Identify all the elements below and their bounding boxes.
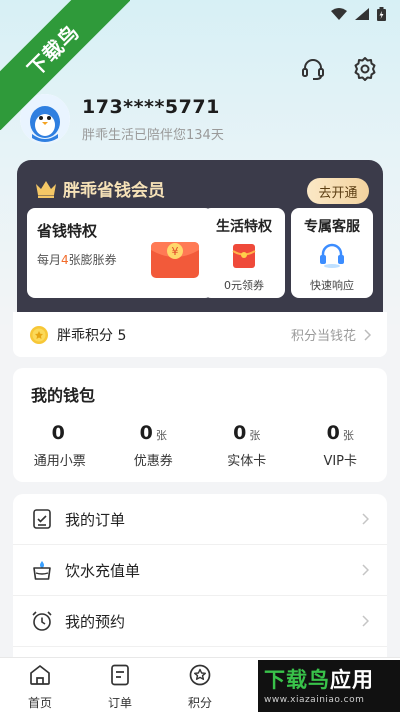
perk-service-card[interactable]: 专属客服 快速响应	[291, 208, 373, 298]
tab-orders[interactable]: 订单	[80, 658, 160, 712]
signal-icon	[355, 8, 369, 20]
wallet-item-label: 通用小票	[33, 454, 86, 469]
star-icon	[189, 664, 211, 686]
wallet-item-unit: 张	[155, 429, 167, 442]
wallet-item-unit: 张	[249, 429, 261, 442]
tab-home[interactable]: 首页	[0, 658, 80, 712]
tab-label: 订单	[107, 696, 132, 710]
chevron-right-icon	[362, 513, 369, 525]
corner-ribbon-text: 下载鸟	[0, 0, 130, 130]
wallet-title: 我的钱包	[31, 386, 96, 405]
wallet-item-general-ticket[interactable]: 0 通用小票	[13, 422, 107, 469]
tab-points[interactable]: 积分	[160, 658, 240, 712]
red-envelope-icon: ¥	[151, 242, 199, 278]
vip-membership-card[interactable]: 胖乖省钱会员 去开通 省钱特权 每月4张膨胀券 ¥ 生活特权 0元领券 专属客服…	[17, 160, 383, 312]
chevron-right-icon	[362, 615, 369, 627]
alarm-clock-icon	[32, 611, 52, 631]
water-icon	[33, 561, 51, 580]
menu-item-label: 我的预约	[65, 612, 126, 631]
wallet-item-value: 0	[326, 422, 340, 444]
points-link[interactable]: 积分当钱花	[291, 325, 371, 344]
wallet-item-value: 0	[233, 422, 247, 444]
points-bar[interactable]: 胖乖积分 5 积分当钱花	[13, 312, 387, 357]
perk-life-desc: 0元领券	[224, 279, 264, 292]
wallet-item-physical-card[interactable]: 0张 实体卡	[200, 422, 294, 469]
menu-list: 我的订单 饮水充值单 我的预约	[13, 494, 387, 664]
wallet-item-coupon[interactable]: 0张 优惠券	[107, 422, 201, 469]
points-label: 胖乖积分 5	[57, 327, 127, 344]
points-coin-icon	[30, 325, 48, 344]
crown-icon	[36, 180, 56, 198]
watermark-title-green: 下载鸟	[264, 668, 330, 692]
wallet-item-value: 0	[51, 422, 65, 444]
vip-open-button[interactable]: 去开通	[307, 178, 369, 204]
chevron-right-icon	[362, 564, 369, 576]
menu-item-label: 我的订单	[65, 510, 126, 529]
wallet-item-unit: 张	[342, 429, 354, 442]
wallet-item-value: 0	[139, 422, 153, 444]
settings-gear-icon[interactable]	[352, 56, 378, 82]
perk-service-title: 专属客服	[304, 219, 360, 235]
order-icon	[111, 664, 129, 686]
wallet-item-label: 优惠券	[133, 454, 173, 469]
wifi-icon	[331, 8, 347, 20]
customer-service-icon[interactable]	[300, 56, 326, 82]
wallet-item-label: 实体卡	[227, 454, 267, 469]
watermark-url: www.xiazainiao.com	[264, 695, 365, 705]
perk-life-title: 生活特权	[216, 219, 272, 235]
svg-text:¥: ¥	[172, 245, 179, 258]
headset-icon	[320, 243, 344, 268]
perk-savings-card[interactable]: 省钱特权 每月4张膨胀券 ¥	[27, 208, 213, 298]
home-icon	[30, 665, 50, 685]
order-list-icon	[33, 509, 51, 529]
battery-icon	[377, 7, 386, 21]
wallet-card: 我的钱包 0 通用小票 0张 优惠券 0张 实体卡 0张 VIP卡	[13, 368, 387, 482]
menu-item-my-reservations[interactable]: 我的预约	[13, 596, 387, 647]
tab-label: 首页	[27, 696, 52, 710]
menu-item-water-recharge[interactable]: 饮水充值单	[13, 545, 387, 596]
perk-service-desc: 快速响应	[310, 279, 354, 292]
vip-title: 胖乖省钱会员	[63, 181, 165, 201]
points-link-text: 积分当钱花	[290, 329, 356, 344]
header-actions	[300, 56, 378, 82]
wallet-item-label: VIP卡	[323, 454, 358, 469]
corner-ribbon: 下载鸟	[0, 0, 130, 130]
watermark-logo: 下载鸟应用 www.xiazainiao.com	[258, 660, 400, 712]
tab-label: 积分	[187, 696, 212, 710]
watermark-title-white: 应用	[330, 668, 374, 692]
perk-life-card[interactable]: 生活特权 0元领券	[203, 208, 285, 298]
wallet-item-vip-card[interactable]: 0张 VIP卡	[294, 422, 388, 469]
gift-envelope-icon	[232, 244, 256, 268]
menu-item-label: 饮水充值单	[65, 561, 141, 580]
chevron-right-icon	[364, 328, 371, 341]
menu-item-my-orders[interactable]: 我的订单	[13, 494, 387, 545]
